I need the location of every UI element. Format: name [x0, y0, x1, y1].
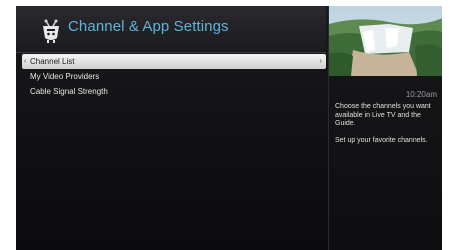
- clock-time: 10:20am: [405, 90, 437, 99]
- menu-item-label: Cable Signal Strength: [30, 87, 108, 96]
- settings-menu: ‹ Channel List › My Video Providers Cabl…: [22, 54, 326, 99]
- menu-item-cable-signal-strength[interactable]: Cable Signal Strength: [22, 84, 326, 99]
- page-header: Channel & App Settings: [16, 6, 326, 52]
- help-description: Choose the channels you want available i…: [335, 103, 439, 153]
- help-text-line: Choose the channels you want available i…: [335, 103, 431, 127]
- help-text-line: Set up your favorite channels.: [335, 136, 428, 144]
- header-divider: [16, 52, 326, 53]
- menu-item-my-video-providers[interactable]: My Video Providers: [22, 69, 326, 84]
- page-title: Channel & App Settings: [68, 18, 229, 35]
- chevron-left-icon: ‹: [24, 58, 27, 65]
- tivo-logo-icon: [40, 18, 62, 44]
- menu-item-label: Channel List: [30, 57, 75, 66]
- tv-screen: Channel & App Settings ‹ Channel List › …: [16, 6, 442, 250]
- menu-item-label: My Video Providers: [30, 72, 100, 81]
- menu-item-channel-list[interactable]: ‹ Channel List ›: [22, 54, 326, 69]
- chevron-right-icon: ›: [319, 58, 322, 65]
- info-panel: 10:20am Choose the channels you want ava…: [328, 6, 442, 250]
- waterfall-landscape-preview: [329, 6, 442, 76]
- live-tv-preview: [329, 6, 442, 76]
